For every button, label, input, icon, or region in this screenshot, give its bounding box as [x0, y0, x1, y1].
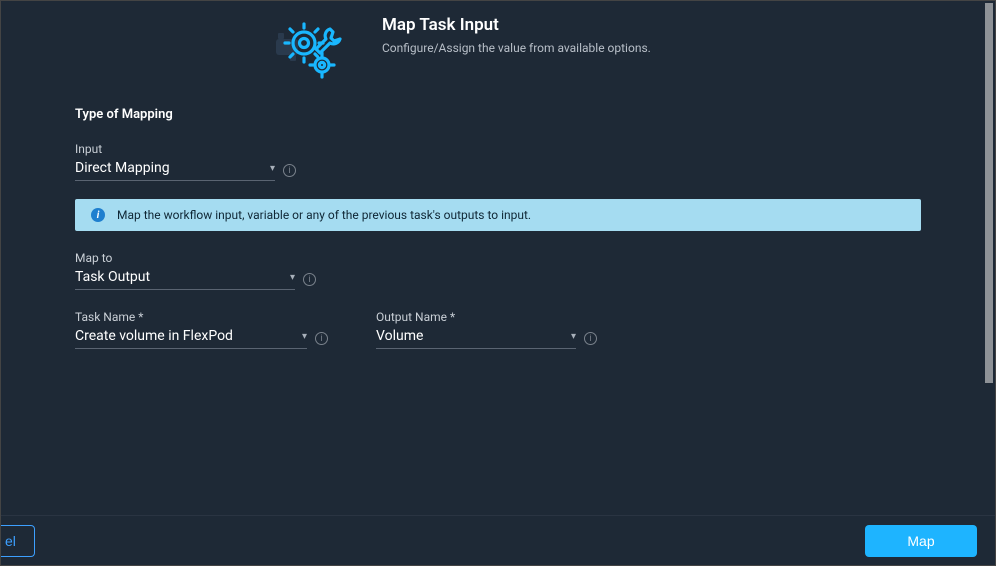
cancel-button-label: el [1, 533, 16, 549]
task-name-value: Create volume in FlexPod [75, 328, 233, 344]
info-banner-icon: i [91, 208, 105, 222]
cancel-button[interactable]: el [1, 525, 35, 557]
info-banner: i Map the workflow input, variable or an… [75, 199, 921, 231]
gear-wrench-icon [276, 15, 354, 83]
dialog-title: Map Task Input [382, 15, 651, 35]
field-output-name: Output Name * Volume ▾ i [376, 310, 597, 349]
task-name-label: Task Name * [75, 310, 328, 324]
output-name-select[interactable]: Volume ▾ [376, 328, 576, 349]
field-input: Input Direct Mapping ▾ i [75, 142, 921, 181]
output-name-value: Volume [376, 328, 423, 344]
section-title: Type of Mapping [75, 107, 921, 122]
info-icon[interactable]: i [303, 273, 316, 286]
scrollbar[interactable] [985, 3, 993, 383]
map-to-select[interactable]: Task Output ▾ [75, 269, 295, 290]
map-to-label: Map to [75, 251, 921, 265]
chevron-down-icon: ▾ [302, 331, 307, 342]
chevron-down-icon: ▾ [571, 331, 576, 342]
dialog-content: Type of Mapping Input Direct Mapping ▾ i… [1, 83, 995, 367]
dialog-header: Map Task Input Configure/Assign the valu… [1, 1, 995, 83]
info-banner-text: Map the workflow input, variable or any … [117, 208, 531, 222]
chevron-down-icon: ▾ [270, 163, 275, 174]
map-button[interactable]: Map [865, 525, 977, 557]
output-name-label: Output Name * [376, 310, 597, 324]
dialog-footer: el Map [1, 515, 995, 565]
field-map-to: Map to Task Output ▾ i [75, 251, 921, 290]
input-value: Direct Mapping [75, 160, 170, 176]
input-select[interactable]: Direct Mapping ▾ [75, 160, 275, 181]
map-to-value: Task Output [75, 269, 150, 285]
chevron-down-icon: ▾ [290, 272, 295, 283]
task-name-select[interactable]: Create volume in FlexPod ▾ [75, 328, 307, 349]
dialog-subtitle: Configure/Assign the value from availabl… [382, 41, 651, 55]
info-icon[interactable]: i [283, 164, 296, 177]
info-icon[interactable]: i [584, 332, 597, 345]
info-icon[interactable]: i [315, 332, 328, 345]
field-task-name: Task Name * Create volume in FlexPod ▾ i [75, 310, 328, 349]
input-label: Input [75, 142, 921, 156]
